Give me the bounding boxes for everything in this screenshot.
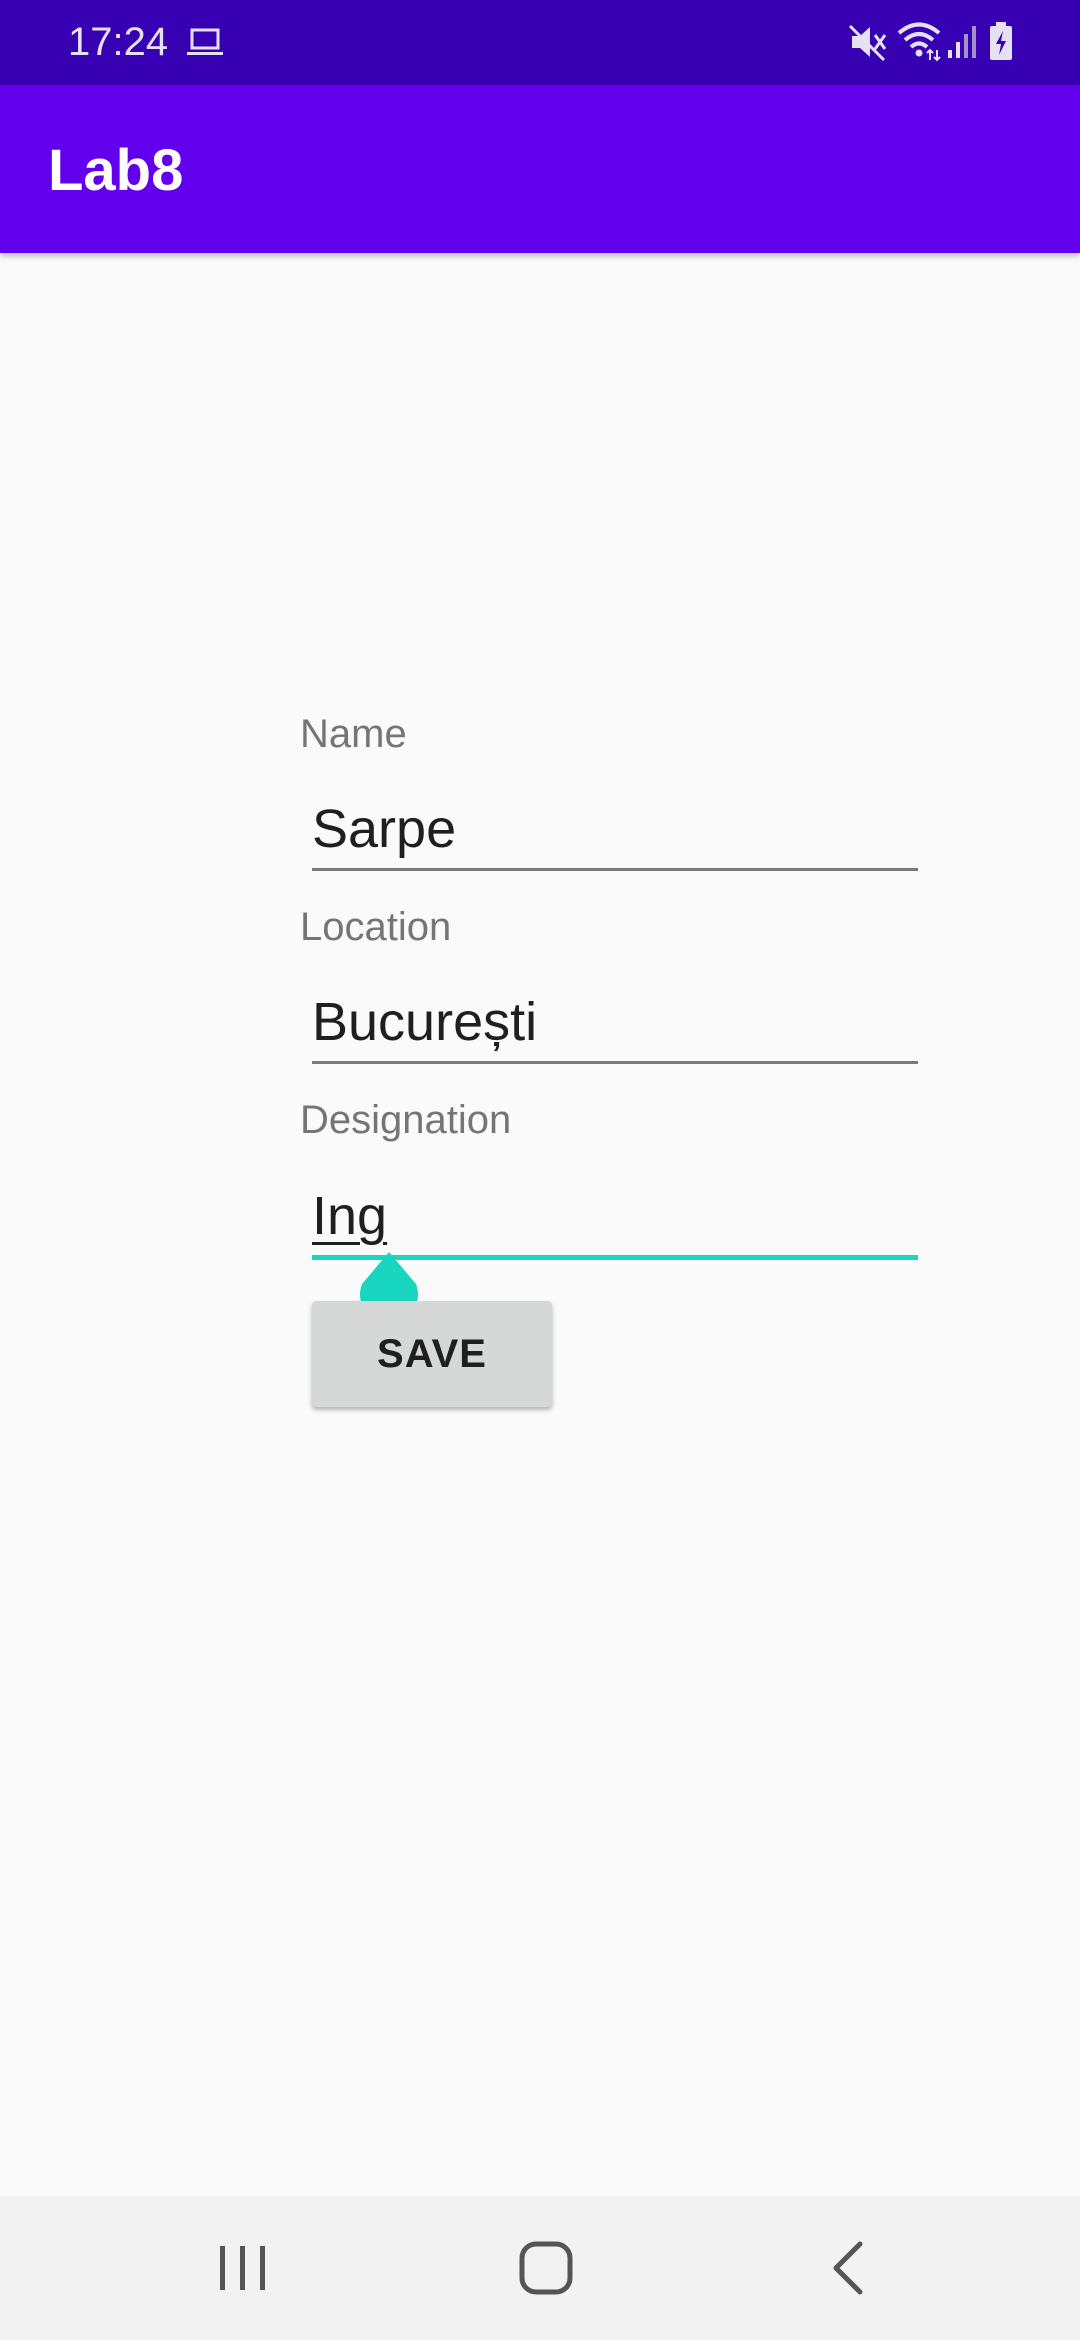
designation-label: Designation (300, 1098, 512, 1142)
location-input[interactable]: București (312, 990, 918, 1054)
recents-icon[interactable] (216, 2240, 270, 2296)
location-label: Location (300, 905, 452, 949)
name-input-underline (312, 868, 918, 871)
wifi-icon (897, 22, 941, 62)
status-time: 17:24 (68, 20, 169, 64)
back-icon[interactable] (826, 2238, 870, 2298)
location-input-underline (312, 1061, 918, 1064)
designation-input[interactable]: Ing (312, 1184, 918, 1248)
name-label: Name (300, 712, 407, 756)
designation-input-text: Ing (312, 1186, 388, 1246)
name-input[interactable]: Sarpe (312, 797, 918, 861)
save-button[interactable]: SAVE (312, 1301, 552, 1407)
mute-icon (848, 24, 887, 62)
status-bar: 17:24 (0, 0, 1080, 85)
home-icon[interactable] (516, 2238, 576, 2298)
app-bar: Lab8 (0, 85, 1080, 253)
battery-icon (990, 22, 1012, 60)
navigation-bar (0, 2196, 1080, 2340)
signal-icon (948, 26, 976, 58)
laptop-icon (187, 28, 223, 55)
app-screen: 17:24 Lab8 Name Sarpe Location București… (0, 0, 1080, 2340)
app-title: Lab8 (48, 138, 184, 203)
